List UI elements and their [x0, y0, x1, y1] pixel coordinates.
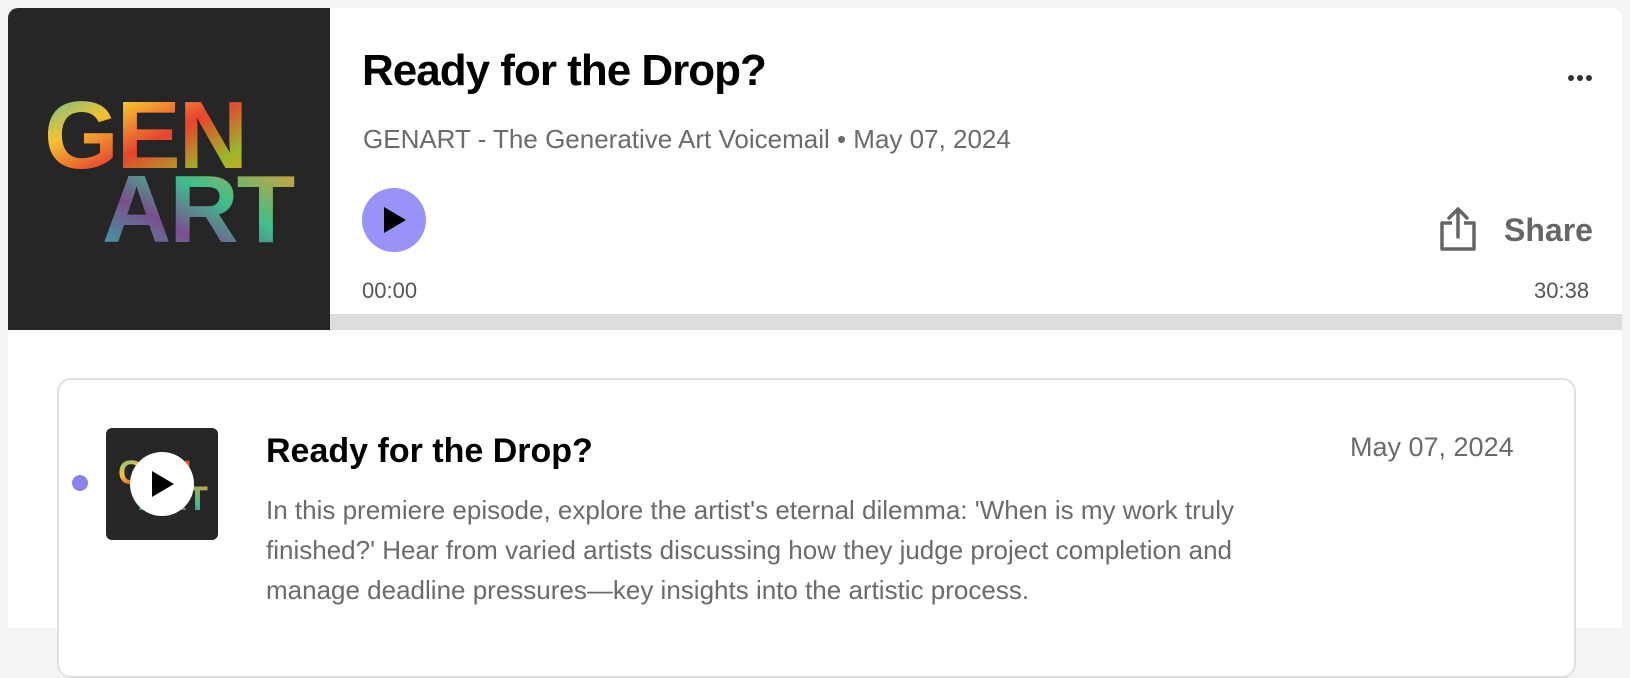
- episode-title: Ready for the Drop?: [362, 46, 767, 95]
- episode-item-description: In this premiere episode, explore the ar…: [266, 495, 1234, 605]
- time-elapsed: 00:00: [362, 278, 418, 303]
- more-dot: [1577, 75, 1583, 81]
- more-dot: [1586, 75, 1592, 81]
- episode-item-date: May 07, 2024: [1350, 432, 1514, 462]
- more-options-button[interactable]: [1558, 60, 1602, 96]
- episode-play-button[interactable]: [130, 452, 194, 516]
- time-total: 30:38: [1534, 278, 1590, 303]
- logo-line-2: ART: [102, 156, 295, 263]
- play-button[interactable]: [362, 188, 426, 252]
- more-dot: [1568, 75, 1574, 81]
- share-button[interactable]: Share: [1438, 204, 1593, 256]
- episode-player: GEN ART Ready for the Drop? GENART - The…: [8, 8, 1622, 330]
- share-label: Share: [1504, 211, 1593, 248]
- podcast-cover-art: GEN ART: [8, 8, 330, 330]
- share-upload-icon: [1440, 207, 1476, 251]
- progress-bar[interactable]: [330, 314, 1622, 330]
- episode-meta: GENART - The Generative Art Voicemail • …: [363, 124, 1011, 154]
- play-icon: [384, 207, 406, 233]
- genart-logo: GEN ART: [44, 82, 297, 263]
- episode-item-title[interactable]: Ready for the Drop?: [266, 432, 593, 471]
- unplayed-indicator: [72, 475, 88, 491]
- play-icon: [152, 471, 174, 497]
